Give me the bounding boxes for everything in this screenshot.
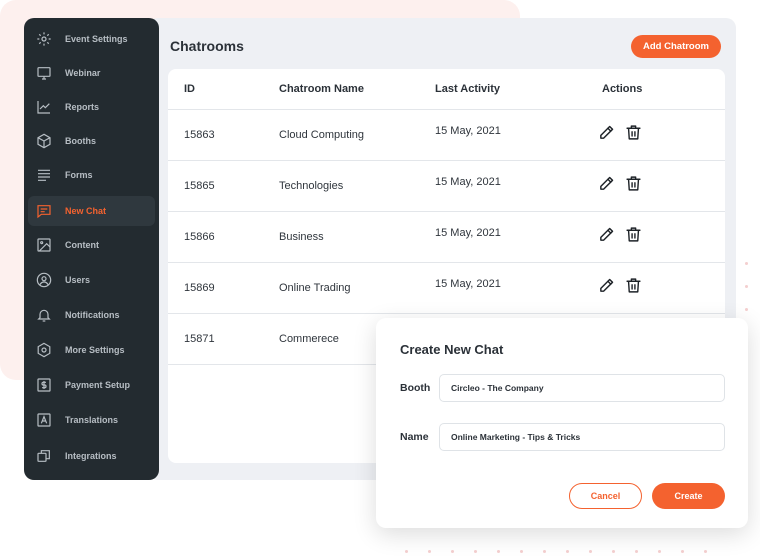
page-title: Chatrooms <box>170 38 244 54</box>
sidebar-item-new-chat[interactable]: New Chat <box>28 196 155 226</box>
add-chatroom-button[interactable]: Add Chatroom <box>631 35 721 58</box>
monitor-icon <box>37 67 51 80</box>
row-actions <box>598 175 642 192</box>
cell-last-activity: 15 May, 2021 <box>435 176 501 188</box>
sidebar-item-label: Forms <box>65 170 93 180</box>
gear-icon <box>37 32 51 46</box>
sidebar-item-booths[interactable]: Booths <box>28 126 155 156</box>
sidebar-item-label: Booths <box>65 136 96 146</box>
cell-id: 15866 <box>184 231 215 243</box>
column-header-name: Chatroom Name <box>279 83 364 95</box>
table-row: 15863 Cloud Computing 15 May, 2021 <box>168 110 725 161</box>
table-row: 15865 Technologies 15 May, 2021 <box>168 161 725 212</box>
sidebar-item-label: Content <box>65 240 99 250</box>
integrations-icon <box>37 450 50 462</box>
pencil-icon[interactable] <box>598 226 615 243</box>
sidebar-item-label: Integrations <box>65 451 117 461</box>
trash-icon[interactable] <box>625 175 642 192</box>
translate-icon <box>37 413 51 427</box>
trash-icon[interactable] <box>625 226 642 243</box>
row-actions <box>598 226 642 243</box>
cell-last-activity: 15 May, 2021 <box>435 125 501 137</box>
pencil-icon[interactable] <box>598 175 615 192</box>
cell-id: 15871 <box>184 333 215 345</box>
row-actions <box>598 277 642 294</box>
modal-title: Create New Chat <box>400 342 504 357</box>
row-actions <box>598 124 642 141</box>
cancel-button[interactable]: Cancel <box>569 483 642 509</box>
column-header-id: ID <box>184 83 195 95</box>
sidebar-item-webinar[interactable]: Webinar <box>28 58 155 88</box>
sidebar-item-label: New Chat <box>65 206 107 216</box>
sidebar-item-users[interactable]: Users <box>28 265 155 295</box>
cell-name: Cloud Computing <box>279 129 364 141</box>
cell-id: 15869 <box>184 282 215 294</box>
cell-name: Online Trading <box>279 282 351 294</box>
cell-id: 15865 <box>184 180 215 192</box>
sidebar-item-label: Users <box>65 275 91 285</box>
cell-name: Business <box>279 231 324 243</box>
decorative-dots <box>405 550 707 553</box>
booth-input[interactable] <box>439 374 725 402</box>
chat-icon <box>37 205 51 219</box>
user-icon <box>36 272 52 288</box>
name-label: Name <box>400 431 429 443</box>
column-header-actions: Actions <box>602 83 643 95</box>
cell-id: 15863 <box>184 129 215 141</box>
sidebar-item-label: More Settings <box>65 345 125 355</box>
pencil-icon[interactable] <box>598 124 615 141</box>
pencil-icon[interactable] <box>598 277 615 294</box>
table-header: ID Chatroom Name Last Activity Actions <box>168 69 725 110</box>
cell-name: Commerece <box>279 333 339 345</box>
sidebar-item-label: Notifications <box>65 310 120 320</box>
trash-icon[interactable] <box>625 277 642 294</box>
sidebar-item-payment-setup[interactable]: Payment Setup <box>28 370 155 400</box>
sidebar-item-more-settings[interactable]: More Settings <box>28 335 155 365</box>
sidebar-item-forms[interactable]: Forms <box>28 160 155 190</box>
column-header-last-activity: Last Activity <box>435 83 501 95</box>
settings-hex-icon <box>37 342 51 358</box>
list-icon <box>38 169 50 181</box>
chart-icon <box>37 101 50 114</box>
sidebar-item-translations[interactable]: Translations <box>28 405 155 435</box>
table-row: 15869 Online Trading 15 May, 2021 <box>168 263 725 314</box>
cell-last-activity: 15 May, 2021 <box>435 278 501 290</box>
sidebar-item-reports[interactable]: Reports <box>28 92 155 122</box>
sidebar-item-label: Event Settings <box>65 34 128 44</box>
create-button[interactable]: Create <box>652 483 725 509</box>
sidebar-item-notifications[interactable]: Notifications <box>28 300 155 330</box>
sidebar-item-label: Translations <box>65 415 119 425</box>
booth-label: Booth <box>400 382 431 394</box>
cell-last-activity: 15 May, 2021 <box>435 227 501 239</box>
sidebar-item-integrations[interactable]: Integrations <box>28 441 155 471</box>
name-input[interactable] <box>439 423 725 451</box>
dollar-icon <box>37 378 51 392</box>
image-icon <box>37 238 51 252</box>
bell-icon <box>37 309 51 322</box>
cell-name: Technologies <box>279 180 344 192</box>
sidebar-item-event-settings[interactable]: Event Settings <box>28 24 155 54</box>
box-icon <box>37 133 51 149</box>
sidebar: Event Settings Webinar Reports Booths Fo… <box>24 18 159 480</box>
sidebar-item-label: Webinar <box>65 68 101 78</box>
create-chat-modal: Create New Chat Booth Name Cancel Create <box>376 318 748 528</box>
sidebar-item-label: Reports <box>65 102 100 112</box>
sidebar-item-content[interactable]: Content <box>28 230 155 260</box>
trash-icon[interactable] <box>625 124 642 141</box>
sidebar-item-label: Payment Setup <box>65 380 131 390</box>
table-row: 15866 Business 15 May, 2021 <box>168 212 725 263</box>
